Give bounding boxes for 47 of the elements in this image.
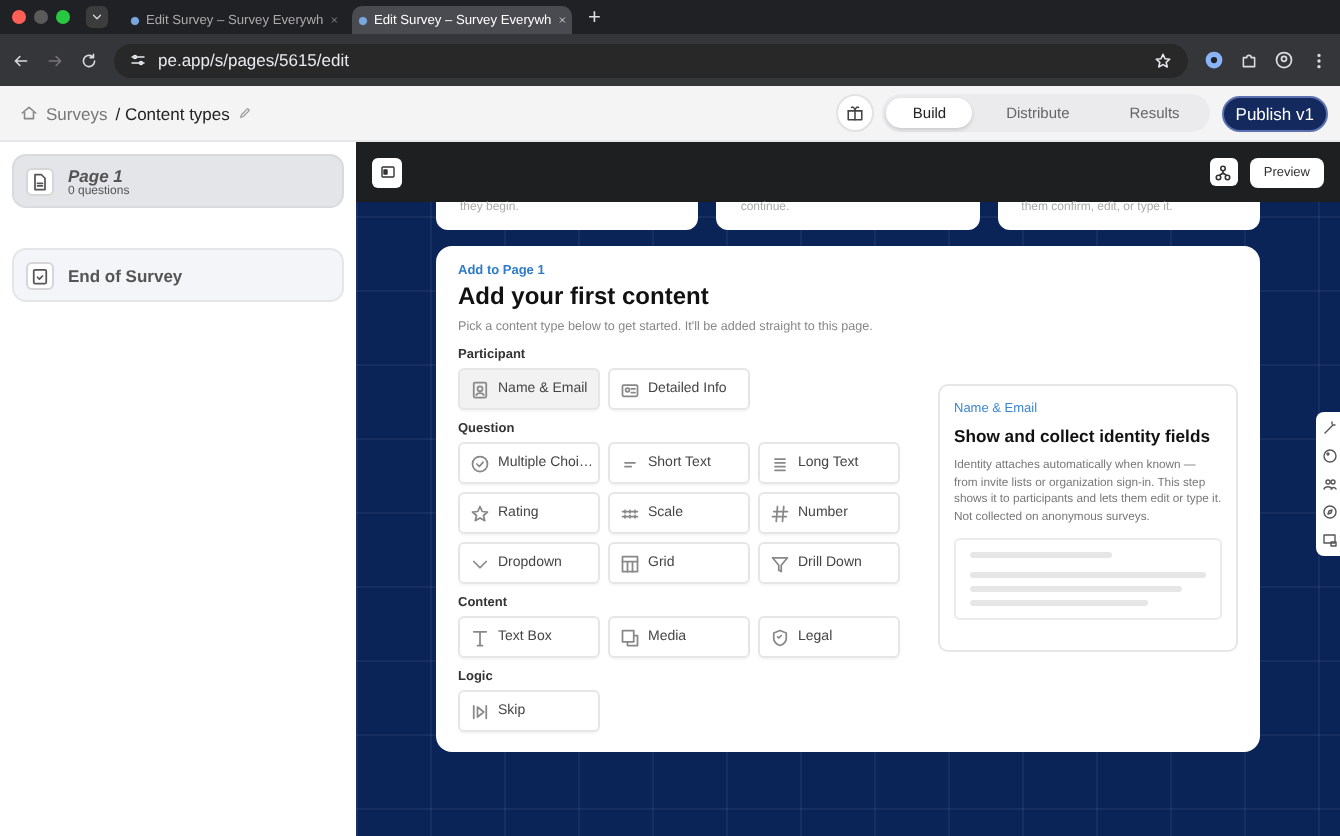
funnel-icon: [770, 553, 790, 573]
forward-icon[interactable]: [46, 51, 64, 69]
close-window-icon[interactable]: [12, 10, 26, 24]
hash-icon: [770, 503, 790, 523]
screen-lock-icon[interactable]: [1322, 532, 1338, 548]
page-title: / Content types: [115, 103, 230, 123]
compass-icon[interactable]: [1322, 504, 1338, 520]
skip-icon: [470, 701, 490, 721]
star-icon: [470, 503, 490, 523]
panel-icon: [379, 164, 395, 180]
profile-icon[interactable]: [1274, 50, 1294, 70]
sidebar-toggle-button[interactable]: [372, 157, 402, 187]
tune-icon: [130, 52, 146, 68]
tab-search-button[interactable]: [86, 6, 108, 28]
page-title: Page 1: [68, 165, 123, 185]
page-title: End of Survey: [68, 265, 183, 285]
new-tab-button[interactable]: +: [580, 5, 609, 29]
shield-icon: [770, 627, 790, 647]
gift-icon: [846, 104, 865, 122]
panel-title: Add your first content: [458, 282, 711, 310]
breadcrumb-link[interactable]: Surveys: [46, 103, 108, 123]
person-icon: [470, 379, 490, 399]
star-icon[interactable]: [1154, 51, 1172, 69]
close-icon[interactable]: [329, 12, 338, 28]
document-icon: [26, 167, 54, 195]
clipboard-check-icon: [26, 261, 54, 289]
grid-icon: [620, 553, 640, 573]
flow-icon: [1214, 163, 1233, 181]
publish-button[interactable]: Publish v1: [1221, 95, 1328, 131]
page-item[interactable]: End of Survey: [12, 248, 344, 302]
id-card-icon: [620, 379, 640, 399]
wand-icon[interactable]: [1322, 420, 1338, 436]
close-icon[interactable]: [557, 12, 566, 28]
check-circle-icon: [470, 453, 490, 473]
home-icon[interactable]: [20, 104, 38, 122]
chevron-down-icon: [90, 10, 104, 24]
back-icon[interactable]: [12, 51, 30, 69]
gift-button[interactable]: [836, 94, 875, 132]
text-lines-icon: [770, 453, 790, 473]
preview-title: Show and collect identity fields: [954, 426, 1212, 446]
image-icon: [620, 627, 640, 647]
reload-icon[interactable]: [80, 51, 98, 69]
maximize-window-icon[interactable]: [56, 10, 70, 24]
address-bar[interactable]: pe.app/s/pages/5615/edit: [114, 43, 1188, 77]
flow-button[interactable]: [1209, 158, 1238, 186]
people-icon[interactable]: [1322, 476, 1338, 492]
text-icon: [470, 627, 490, 647]
